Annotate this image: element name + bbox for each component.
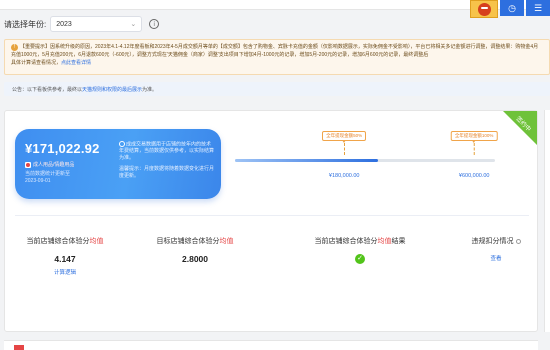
- reference-link[interactable]: 天猫规则和权限的最后展示: [82, 86, 142, 93]
- milestone-50: 全年提现金额50%: [322, 131, 367, 155]
- year-select-value: 2023: [56, 20, 72, 28]
- milestone-50-value: ¥180,000.00: [328, 173, 360, 179]
- mascot-eyes: [481, 7, 488, 9]
- notice-text: 因系统升级的原因，2023年4.1-4.12年度看板和2023年4-5月成交额月…: [11, 44, 539, 58]
- help-icon[interactable]: [515, 238, 521, 244]
- metric-result: 当前店铺综合体验分均值结果 ✓: [305, 236, 415, 264]
- metric-current-title: 当前店铺综合体验分均值: [26, 238, 104, 245]
- divider: [15, 215, 529, 216]
- menu-icon[interactable]: ☰: [526, 0, 550, 16]
- metrics-row: 当前店铺综合体验分均值 4.147 计算逻辑 目标店铺综合体验分均值 2.800…: [15, 236, 529, 286]
- category-badge: 成人用品/情趣用品: [25, 161, 74, 168]
- total-amount: ¥171,022.92: [25, 141, 100, 156]
- milestone-100: 全年提现金额100%: [450, 131, 498, 155]
- view-link[interactable]: 查看: [461, 254, 531, 262]
- top-bar: [0, 0, 550, 10]
- card-desc-text: 成成交易数据用于店铺的技年内的技术年费结算，当前数据仅供参考，以实际结算为准。: [119, 141, 215, 162]
- warning-icon: !: [11, 44, 18, 51]
- check-icon: ✓: [355, 254, 365, 264]
- update-label: 当前数据统计更新至: [25, 171, 71, 177]
- metric-target-value: 2.8000: [182, 254, 208, 264]
- important-notice: ! 【重要提示】因系统升级的原因，2023年4.1-4.12年度看板和2023年4…: [4, 39, 550, 75]
- update-info: 当前数据统计更新至 2023-09-01: [25, 171, 70, 185]
- reference-text: 公告：以下看板供参考，最终以: [12, 86, 83, 93]
- notice-suffix: 具体计算请查看情况，: [11, 60, 62, 66]
- metric-violations-title: 违规扣分情况: [461, 236, 531, 246]
- question-icon: [119, 141, 125, 147]
- milestone-100-tip: 全年提现金额100%: [450, 131, 498, 143]
- progress-tracker: 全年提现金额50% ¥180,000.00 全年提现金额100% ¥600,00…: [235, 131, 515, 191]
- milestone-100-tick: [473, 143, 475, 155]
- year-filter: 请选择年份: 2023 ⌄ i: [4, 16, 160, 32]
- amount-card: ¥171,022.92 成人用品/情趣用品 当前数据统计更新至 2023-09-…: [15, 129, 221, 199]
- category-flag-icon: [25, 161, 31, 168]
- summary-panel: 签约中 ¥171,022.92 成人用品/情趣用品 当前数据统计更新至 2023…: [4, 110, 538, 332]
- notice-detail-link[interactable]: 点此查看详情: [61, 60, 91, 66]
- card-description: 成成交易数据用于店铺的技年内的技术年费结算，当前数据仅供参考，以实际结算为准。 …: [119, 141, 215, 180]
- next-panel: [4, 340, 538, 350]
- mascot-avatar[interactable]: [470, 0, 498, 18]
- year-select[interactable]: 2023 ⌄: [50, 16, 143, 32]
- metric-target-title: 目标店铺综合体验分均值: [156, 238, 234, 245]
- card-hint: 温馨提示：月度数据将随着数据变化进行月度更新。: [119, 166, 215, 180]
- milestone-50-tick: [343, 143, 345, 155]
- metric-current-value: 4.147: [54, 254, 76, 264]
- chevron-down-icon: ⌄: [130, 21, 137, 28]
- metric-result-title: 当前店铺综合体验分均值结果: [314, 238, 406, 245]
- year-label: 请选择年份:: [4, 19, 47, 29]
- reference-suffix: 为准。: [142, 86, 158, 93]
- milestone-100-value: ¥600,000.00: [458, 173, 490, 179]
- progress-fill: [235, 159, 378, 162]
- adjacent-panel-edge: [544, 110, 550, 332]
- info-icon[interactable]: i: [149, 19, 160, 29]
- calc-logic-link[interactable]: 计算逻辑: [15, 268, 115, 276]
- milestone-50-tip: 全年提现金额50%: [322, 131, 367, 143]
- metric-target-score: 目标店铺综合体验分均值 2.8000: [145, 236, 245, 264]
- mascot-face: [478, 3, 491, 16]
- reference-bar: 公告：以下看板供参考，最终以 天猫规则和权限的最后展示 为准。: [4, 82, 550, 96]
- metric-current-score: 当前店铺综合体验分均值 4.147 计算逻辑: [15, 236, 115, 276]
- metric-violations: 违规扣分情况 查看: [461, 236, 531, 262]
- notice-prefix: 【重要提示】: [20, 44, 51, 50]
- clock-icon[interactable]: ◷: [500, 0, 524, 16]
- category-label: 成人用品/情趣用品: [33, 162, 75, 168]
- next-panel-marker: [14, 345, 24, 350]
- update-date: 2023-09-01: [25, 178, 51, 184]
